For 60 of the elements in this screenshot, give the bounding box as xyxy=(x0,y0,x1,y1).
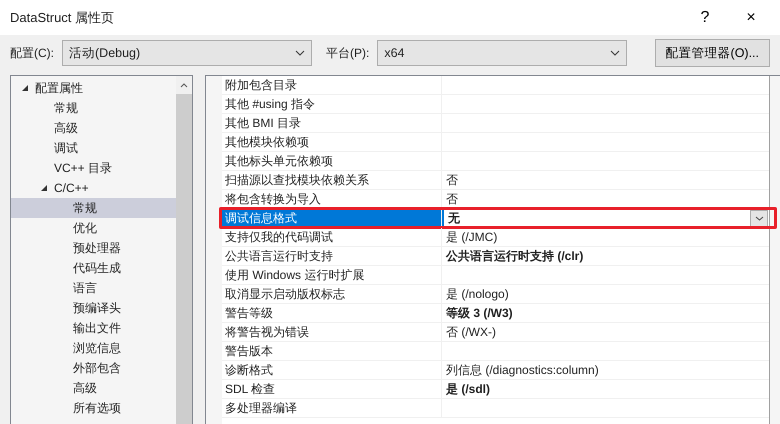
property-value: 否 xyxy=(446,172,458,189)
chevron-up-icon[interactable] xyxy=(180,82,188,88)
scrollbar[interactable] xyxy=(176,76,192,424)
tree-item[interactable]: 高级 xyxy=(11,118,176,138)
config-dropdown[interactable]: 活动(Debug) xyxy=(62,40,312,66)
property-name[interactable]: 支持仅我的代码调试 xyxy=(222,228,442,246)
help-button[interactable]: ? xyxy=(682,2,728,32)
property-value: 是 (/JMC) xyxy=(446,229,498,246)
property-value: 等级 3 (/W3) xyxy=(446,305,513,322)
tree-item[interactable]: 输出文件 xyxy=(11,318,176,338)
tree-item[interactable]: 浏览信息 xyxy=(11,338,176,358)
property-name[interactable]: 诊断格式 xyxy=(222,361,442,379)
property-value: 是 (/sdl) xyxy=(446,381,490,398)
tree-item[interactable]: 语言 xyxy=(11,278,176,298)
property-name[interactable]: 扫描源以查找模块依赖关系 xyxy=(222,171,442,189)
chevron-down-icon xyxy=(610,50,620,56)
tree-item[interactable]: 预编译头 xyxy=(11,298,176,318)
property-name[interactable]: 其他 #using 指令 xyxy=(222,95,442,113)
tree-item[interactable]: 配置属性 xyxy=(11,78,176,98)
property-value: 否 xyxy=(446,191,458,208)
property-name[interactable]: SDL 检查 xyxy=(222,380,442,398)
tree-item[interactable]: 调试 xyxy=(11,138,176,158)
property-name[interactable]: 多处理器编译 xyxy=(222,399,442,417)
tree-item[interactable]: 优化 xyxy=(11,218,176,238)
property-name[interactable]: 取消显示启动版权标志 xyxy=(222,285,442,303)
property-value: 是 (/nologo) xyxy=(446,286,509,303)
property-value: 公共语言运行时支持 (/clr) xyxy=(446,248,584,265)
tree-item[interactable]: VC++ 目录 xyxy=(11,158,176,178)
property-name[interactable]: 附加包含目录 xyxy=(222,76,442,94)
tree-item[interactable]: 预处理器 xyxy=(11,238,176,258)
tree-item[interactable]: 代码生成 xyxy=(11,258,176,278)
property-name[interactable]: 使用 Windows 运行时扩展 xyxy=(222,266,442,284)
tree-item[interactable]: 常规 xyxy=(11,198,176,218)
property-name[interactable]: 其他标头单元依赖项 xyxy=(222,152,442,170)
property-name[interactable]: 警告版本 xyxy=(222,342,442,360)
chevron-down-icon[interactable] xyxy=(754,216,764,220)
platform-dropdown[interactable]: x64 xyxy=(377,40,628,66)
property-name[interactable]: 将警告视为错误 xyxy=(222,323,442,341)
property-name[interactable]: 警告等级 xyxy=(222,304,442,322)
tree-item[interactable]: 高级 xyxy=(11,378,176,398)
property-name[interactable]: 将包含转换为导入 xyxy=(222,190,442,208)
config-value: 活动(Debug) xyxy=(69,44,140,62)
property-value: 否 (/WX-) xyxy=(446,324,496,341)
configuration-manager-button[interactable]: 配置管理器(O)... xyxy=(654,39,770,67)
tree-item[interactable]: C/C++ xyxy=(11,178,176,198)
tree-item[interactable]: 常规 xyxy=(11,98,176,118)
tree-item[interactable]: 外部包含 xyxy=(11,358,176,378)
property-value: 列信息 (/diagnostics:column) xyxy=(446,362,599,379)
property-name[interactable]: 公共语言运行时支持 xyxy=(222,247,442,265)
platform-value: x64 xyxy=(384,44,404,62)
config-label: 配置(C): xyxy=(10,45,54,62)
chevron-down-icon xyxy=(295,50,305,56)
property-value: 无 xyxy=(448,210,460,227)
property-value-dropdown[interactable]: 无 xyxy=(442,209,769,227)
platform-label: 平台(P): xyxy=(326,45,370,62)
property-name[interactable]: 其他模块依赖项 xyxy=(222,133,442,151)
property-name[interactable]: 其他 BMI 目录 xyxy=(222,114,442,132)
window-title: DataStruct 属性页 xyxy=(10,8,114,27)
close-button[interactable]: × xyxy=(728,2,774,32)
tree-item[interactable]: 所有选项 xyxy=(11,398,176,418)
